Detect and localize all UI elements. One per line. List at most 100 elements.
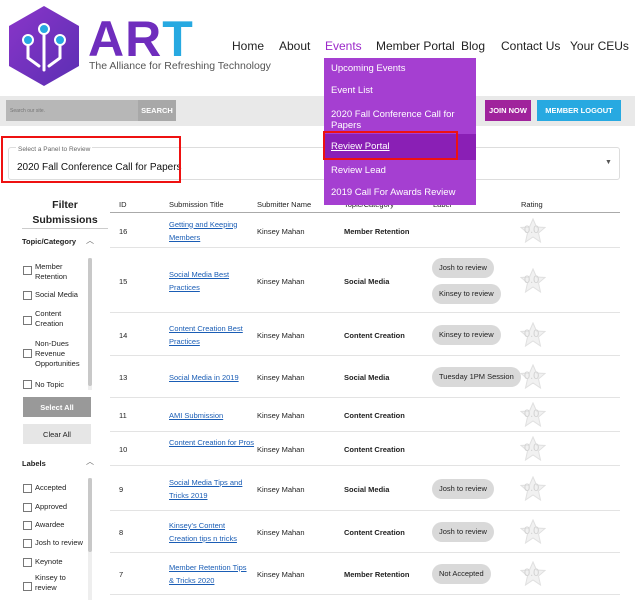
submitter-name: Kinsey Mahan — [257, 484, 305, 494]
submission-id: 15 — [119, 276, 128, 286]
topic-scrollbar-thumb[interactable] — [88, 258, 92, 386]
table-row: 14 Content Creation Best Practices Kinsey … — [110, 313, 620, 356]
topic-label-non-dues-revenue: Non-Dues Revenue Opportunities — [35, 339, 80, 368]
submission-title-link[interactable]: Getting and Keeping Members — [169, 218, 247, 244]
label-tag[interactable]: Kinsey to review — [432, 283, 501, 304]
clear-all-button[interactable]: Clear All — [23, 424, 91, 444]
label-checkbox-keynote[interactable] — [23, 558, 32, 567]
label-tag[interactable]: Josh to review — [432, 522, 494, 542]
topic-checkbox-no-topic[interactable] — [23, 380, 32, 389]
label-tag[interactable]: Josh to review — [432, 257, 494, 278]
submission-title-link[interactable]: Social Media Best Practices — [169, 268, 259, 294]
menu-upcoming-events[interactable]: Upcoming Events — [324, 63, 476, 74]
rating-value: 0.0 — [524, 442, 540, 454]
rating-value: 0.0 — [524, 567, 540, 579]
submitter-name: Kinsey Mahan — [257, 411, 305, 420]
submission-title-link[interactable]: AMI Submission — [169, 409, 239, 422]
col-header-id[interactable]: ID — [119, 200, 127, 209]
label-tag[interactable]: Tuesday 1PM Session — [432, 367, 521, 387]
label-checkbox-approved[interactable] — [23, 503, 32, 512]
search-button[interactable]: SEARCH — [138, 100, 176, 121]
menu-event-list[interactable]: Event List — [324, 85, 476, 96]
topic-section-title[interactable]: Topic/Category — [22, 237, 76, 246]
submission-topic: Member Retention — [344, 570, 410, 579]
nav-events[interactable]: Events — [325, 39, 362, 53]
chevron-up-icon[interactable]: ︿ — [86, 456, 94, 467]
rating-value: 0.0 — [524, 273, 540, 286]
submission-title-link[interactable]: Content Creation for Pros — [169, 436, 259, 449]
submitter-name: Kinsey Mahan — [257, 528, 305, 537]
topic-checkbox-member-retention[interactable] — [23, 266, 32, 275]
menu-call-for-papers[interactable]: 2020 Fall Conference Call for Papers — [324, 109, 464, 131]
nav-your-ceus[interactable]: Your CEUs — [570, 39, 629, 53]
label-checkbox-accepted[interactable] — [23, 484, 32, 493]
submission-topic: Social Media — [344, 276, 390, 286]
caret-down-icon[interactable]: ▼ — [605, 159, 612, 166]
topic-label-social-media: Social Media — [35, 290, 78, 299]
col-header-title[interactable]: Submission Title — [169, 200, 224, 209]
submission-topic: Content Creation — [344, 528, 405, 537]
submission-topic: Content Creation — [344, 445, 405, 454]
utility-bar: SEARCH JOIN NOW MEMBER LOGOUT — [0, 96, 635, 126]
label-text-approved: Approved — [35, 502, 68, 511]
col-header-rating[interactable]: Rating — [521, 200, 543, 209]
labels-section-title[interactable]: Labels — [22, 459, 46, 468]
site-search-input[interactable] — [6, 100, 138, 121]
nav-contact-us[interactable]: Contact Us — [501, 39, 560, 53]
submitter-name: Kinsey Mahan — [257, 445, 305, 454]
join-now-button[interactable]: JOIN NOW — [485, 100, 531, 121]
label-tag[interactable]: Josh to review — [432, 478, 494, 499]
label-checkbox-josh-to-review[interactable] — [23, 539, 32, 548]
rating-value: 0.0 — [524, 370, 540, 382]
label-checkbox-awardee[interactable] — [23, 521, 32, 530]
label-tag[interactable]: Not Accepted — [432, 564, 491, 584]
submission-topic: Social Media — [344, 484, 390, 494]
submission-title-link[interactable]: Social Media in 2019 — [169, 371, 259, 384]
topic-label-no-topic: No Topic — [35, 380, 65, 389]
member-logout-button[interactable]: MEMBER LOGOUT — [537, 100, 621, 121]
nav-blog[interactable]: Blog — [461, 39, 485, 53]
rating-value: 0.0 — [524, 481, 540, 494]
nav-home[interactable]: Home — [232, 39, 264, 53]
table-row: 11 AMI Submission Kinsey Mahan Content Crea… — [110, 398, 620, 432]
brand-tagline: The Alliance for Refreshing Technology — [89, 60, 271, 72]
label-tag[interactable]: Kinsey to review — [432, 324, 501, 345]
table-row: 10 Content Creation for Pros Kinsey Mahan C… — [110, 432, 620, 466]
topic-checkbox-content-creation[interactable] — [23, 316, 32, 325]
submitter-name: Kinsey Mahan — [257, 570, 305, 579]
submission-id: 7 — [119, 570, 124, 579]
highlight-box-review-portal — [323, 131, 458, 160]
label-text-kinsey-to-review: Kinsey to review — [35, 573, 66, 592]
submission-title-link[interactable]: Member Retention Tips & Tricks 2020 — [169, 561, 253, 587]
table-row: 9 Social Media Tips and Tricks 2019 Kinsey… — [110, 466, 620, 511]
table-row: 15 Social Media Best Practices Kinsey Maha… — [110, 248, 620, 313]
labels-scrollbar-thumb[interactable] — [88, 478, 92, 552]
submitter-name: Kinsey Mahan — [257, 373, 305, 382]
label-checkbox-kinsey-to-review[interactable] — [23, 582, 32, 591]
table-row: 13 Social Media in 2019 Kinsey Mahan Social… — [110, 356, 620, 398]
menu-review-lead[interactable]: Review Lead — [324, 165, 476, 176]
submission-title-link[interactable]: Content Creation Best Practices — [169, 322, 247, 348]
highlight-box-panel — [1, 136, 181, 183]
table-row: 7 Member Retention Tips & Tricks 2020 Kins… — [110, 553, 620, 595]
select-all-button[interactable]: Select All — [23, 397, 91, 417]
label-text-awardee: Awardee — [35, 520, 65, 529]
nav-member-portal[interactable]: Member Portal — [376, 39, 455, 53]
menu-call-for-awards-review[interactable]: 2019 Call For Awards Review — [324, 187, 476, 198]
rating-value: 0.0 — [524, 408, 540, 420]
submission-topic: Member Retention — [344, 226, 410, 236]
site-header: ART The Alliance for Refreshing Technolo… — [0, 0, 635, 96]
submission-title-link[interactable]: Kinsey's Content Creation tips n tricks — [169, 519, 255, 545]
topic-checkbox-non-dues-revenue[interactable] — [23, 349, 32, 358]
submission-title-link[interactable]: Social Media Tips and Tricks 2019 — [169, 476, 247, 502]
main-nav: Home About Events Member Portal Blog Con… — [0, 39, 635, 55]
rating-value: 0.0 — [524, 327, 540, 340]
chevron-up-icon[interactable]: ︿ — [86, 235, 94, 246]
topic-label-content-creation: Content Creation — [35, 309, 64, 328]
col-header-submitter[interactable]: Submitter Name — [257, 200, 311, 209]
rating-value: 0.0 — [524, 525, 540, 537]
nav-about[interactable]: About — [279, 39, 310, 53]
topic-checkbox-social-media[interactable] — [23, 291, 32, 300]
submitter-name: Kinsey Mahan — [257, 226, 305, 236]
topic-label-member-retention: Member Retention — [35, 262, 68, 281]
